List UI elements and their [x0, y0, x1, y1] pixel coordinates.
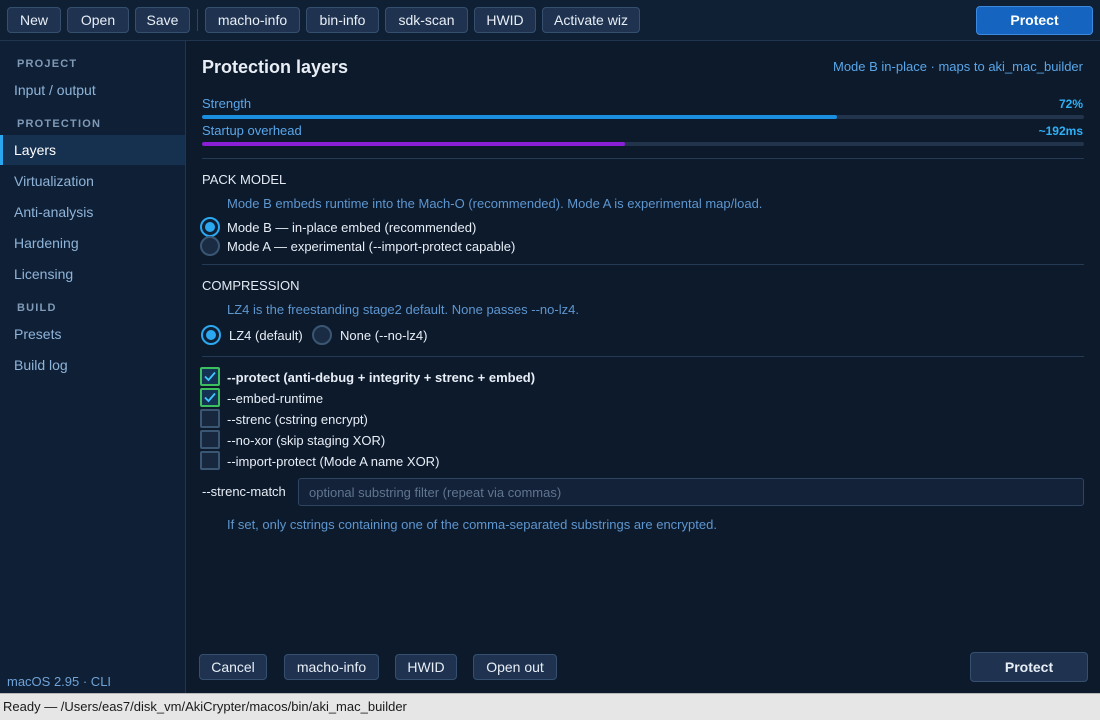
- strength-bar: [202, 115, 1084, 119]
- sidebar-item-licensing[interactable]: Licensing: [0, 259, 185, 289]
- strenc-match-hint: If set, only cstrings containing one of …: [227, 517, 717, 532]
- section-project: PROJECT: [17, 58, 78, 70]
- lz4-radio[interactable]: [201, 325, 221, 345]
- sidebar-item-presets[interactable]: Presets: [0, 319, 185, 349]
- no-xor-label[interactable]: --no-xor (skip staging XOR): [227, 433, 385, 448]
- sidebar-item-input-output[interactable]: Input / output: [0, 75, 185, 105]
- hwid-button[interactable]: HWID: [474, 7, 536, 33]
- activate-wizard-button[interactable]: Activate wiz: [542, 7, 640, 33]
- overhead-value: ~192ms: [1038, 124, 1083, 138]
- overhead-bar-fill: [202, 142, 626, 146]
- mode-b-label[interactable]: Mode B — in-place embed (recommended): [227, 220, 476, 235]
- checkmark-icon: [204, 371, 216, 382]
- open-out-button[interactable]: Open out: [473, 654, 557, 680]
- sidebar-item-layers[interactable]: Layers: [0, 135, 185, 165]
- mode-a-radio[interactable]: [200, 236, 220, 256]
- sidebar-item-virtualization[interactable]: Virtualization: [0, 166, 185, 196]
- macho-info-button[interactable]: macho-info: [205, 7, 300, 33]
- none-radio[interactable]: [312, 325, 332, 345]
- sidebar-item-build-log[interactable]: Build log: [0, 350, 185, 380]
- protect-flag-checkbox[interactable]: [200, 367, 220, 386]
- divider: [202, 356, 1084, 357]
- footer-macho-info-button[interactable]: macho-info: [284, 654, 379, 680]
- footer-hwid-button[interactable]: HWID: [395, 654, 457, 680]
- import-protect-label[interactable]: --import-protect (Mode A name XOR): [227, 454, 439, 469]
- new-button[interactable]: New: [7, 7, 61, 33]
- page-title: Protection layers: [202, 57, 349, 77]
- sidebar: PROJECT Input / output PROTECTION Layers…: [0, 41, 186, 693]
- mode-a-label[interactable]: Mode A — experimental (--import-protect …: [227, 239, 515, 254]
- sdk-scan-button[interactable]: sdk-scan: [385, 7, 468, 33]
- strength-label: Strength: [202, 96, 252, 111]
- footer-protect-button[interactable]: Protect: [970, 652, 1088, 682]
- sidebar-item-anti-analysis[interactable]: Anti-analysis: [0, 197, 185, 227]
- pack-model-hint: Mode B embeds runtime into the Mach-O (r…: [227, 196, 763, 211]
- import-protect-checkbox[interactable]: [200, 451, 220, 470]
- version-label: macOS 2.95 · CLI: [7, 674, 112, 689]
- status-bar: Ready — /Users/eas7/disk_vm/AkiCrypter/m…: [0, 693, 1100, 720]
- no-xor-checkbox[interactable]: [200, 430, 220, 449]
- cancel-button[interactable]: Cancel: [199, 654, 267, 680]
- embed-runtime-checkbox[interactable]: [200, 388, 220, 407]
- mode-b-radio[interactable]: [200, 217, 220, 237]
- pack-model-heading: PACK MODEL: [202, 172, 287, 187]
- overhead-bar: [202, 142, 1084, 146]
- mode-subtitle: Mode B in-place · maps to aki_mac_builde…: [832, 59, 1083, 74]
- save-button[interactable]: Save: [135, 7, 190, 33]
- protect-flag-label[interactable]: --protect (anti-debug + integrity + stre…: [227, 370, 535, 385]
- protect-button[interactable]: Protect: [976, 6, 1093, 35]
- divider: [202, 264, 1084, 265]
- compression-hint: LZ4 is the freestanding stage2 default. …: [227, 302, 579, 317]
- strenc-match-label: --strenc-match: [202, 484, 286, 499]
- strenc-match-input[interactable]: [298, 478, 1084, 506]
- bin-info-button[interactable]: bin-info: [306, 7, 379, 33]
- embed-runtime-label[interactable]: --embed-runtime: [227, 391, 323, 406]
- overhead-label: Startup overhead: [202, 123, 302, 138]
- toolbar: New Open Save macho-info bin-info sdk-sc…: [0, 0, 1100, 41]
- none-label[interactable]: None (--no-lz4): [340, 328, 427, 343]
- section-protection: PROTECTION: [17, 118, 102, 130]
- lz4-label[interactable]: LZ4 (default): [229, 328, 303, 343]
- strenc-checkbox[interactable]: [200, 409, 220, 428]
- divider: [202, 158, 1084, 159]
- section-build: BUILD: [17, 302, 57, 314]
- toolbar-divider: [197, 9, 198, 31]
- compression-heading: COMPRESSION: [202, 278, 300, 293]
- strength-value: 72%: [1058, 97, 1083, 111]
- strength-bar-fill: [202, 115, 838, 119]
- open-button[interactable]: Open: [67, 7, 129, 33]
- checkmark-icon: [204, 392, 216, 403]
- sidebar-item-hardening[interactable]: Hardening: [0, 228, 185, 258]
- strenc-label[interactable]: --strenc (cstring encrypt): [227, 412, 368, 427]
